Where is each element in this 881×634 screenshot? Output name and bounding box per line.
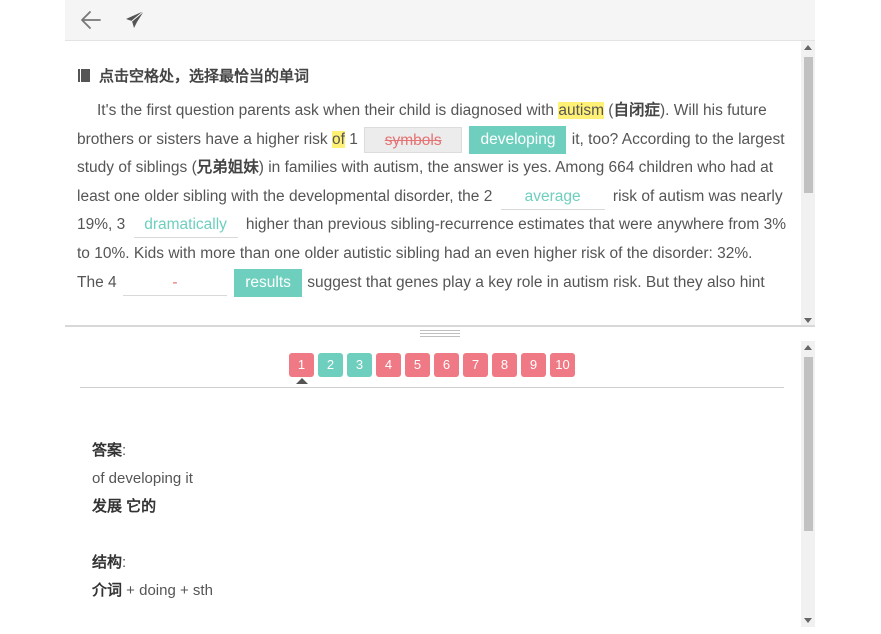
back-button[interactable] <box>77 6 105 34</box>
structure-label: 结构 <box>92 554 123 571</box>
structure-rest: + doing + sth <box>122 582 213 599</box>
chinese-gloss: 自闭症 <box>613 102 660 119</box>
colon: : <box>122 442 127 459</box>
instruction-header: 点击空格处，选择最恰当的单词 <box>77 65 309 86</box>
blank-1-correct-answer[interactable]: developing <box>469 125 567 154</box>
question-navigator: 1 2 3 4 5 6 7 8 9 10 <box>289 353 575 377</box>
colon: : <box>122 554 127 571</box>
passage-segment: It's the first question parents ask when… <box>97 102 559 119</box>
passage-pane: 点击空格处，选择最恰当的单词 It's the first question p… <box>65 41 815 327</box>
paper-plane-icon <box>126 10 145 28</box>
question-number-button[interactable]: 4 <box>376 353 401 377</box>
blank-4-answer[interactable]: - <box>122 271 227 296</box>
active-question-caret-icon <box>296 378 308 384</box>
question-number-button[interactable]: 6 <box>434 353 459 377</box>
structure-formula: 介词 + doing + sth <box>92 577 742 605</box>
scroll-thumb[interactable] <box>804 357 813 531</box>
toolbar <box>65 0 815 41</box>
arrow-left-icon <box>81 11 101 29</box>
chinese-gloss: 兄弟姐妹 <box>196 159 259 177</box>
resize-handle[interactable] <box>420 328 460 340</box>
instruction-title: 点击空格处，选择最恰当的单词 <box>99 68 310 85</box>
answer-phrase: of developing it <box>92 470 193 487</box>
blank-4-correct-answer[interactable]: results <box>234 268 302 297</box>
question-number-button[interactable]: 2 <box>318 353 343 377</box>
separator <box>80 387 784 388</box>
question-number-button[interactable]: 1 <box>289 353 314 377</box>
question-number-button[interactable]: 8 <box>492 353 517 377</box>
scroll-up-icon[interactable] <box>804 45 812 50</box>
answer-scrollbar[interactable] <box>801 341 815 627</box>
app-frame: 点击空格处，选择最恰当的单词 It's the first question p… <box>65 0 815 634</box>
scroll-up-icon[interactable] <box>804 345 812 350</box>
structure-pos: 介词 <box>92 582 123 599</box>
question-number-button[interactable]: 5 <box>405 353 430 377</box>
passage-segment: suggest that genes play a key role in au… <box>307 273 765 291</box>
passage-text: It's the first question parents ask when… <box>77 97 787 297</box>
question-number-button[interactable]: 3 <box>347 353 372 377</box>
highlighted-word[interactable]: of <box>332 130 345 148</box>
answer-explanation: 答案: of developing it 发展 它的 结构: 介词 + doin… <box>92 437 742 605</box>
book-icon <box>78 69 90 82</box>
blank-3-answer[interactable]: dramatically <box>133 213 238 239</box>
pane-divider <box>65 325 815 327</box>
scroll-thumb[interactable] <box>804 57 813 193</box>
question-number-button[interactable]: 7 <box>463 353 488 377</box>
highlighted-word[interactable]: autism <box>558 102 604 119</box>
answer-label: 答案 <box>92 442 123 459</box>
send-button[interactable] <box>121 6 149 34</box>
blank-2-answer[interactable]: average <box>500 185 605 210</box>
scroll-down-icon[interactable] <box>804 318 812 323</box>
question-number-button[interactable]: 10 <box>550 353 575 377</box>
question-number-button[interactable]: 9 <box>521 353 546 377</box>
answer-pane: 1 2 3 4 5 6 7 8 9 10 答案: of developing i… <box>65 341 800 634</box>
passage-scrollbar[interactable] <box>801 41 815 327</box>
passage-segment: The 4 <box>77 273 121 291</box>
blank-1-wrong-answer[interactable]: symbols <box>364 126 463 153</box>
answer-meaning: 发展 它的 <box>92 498 157 515</box>
blank-number: 1 <box>344 130 363 148</box>
scroll-down-icon[interactable] <box>804 618 812 623</box>
